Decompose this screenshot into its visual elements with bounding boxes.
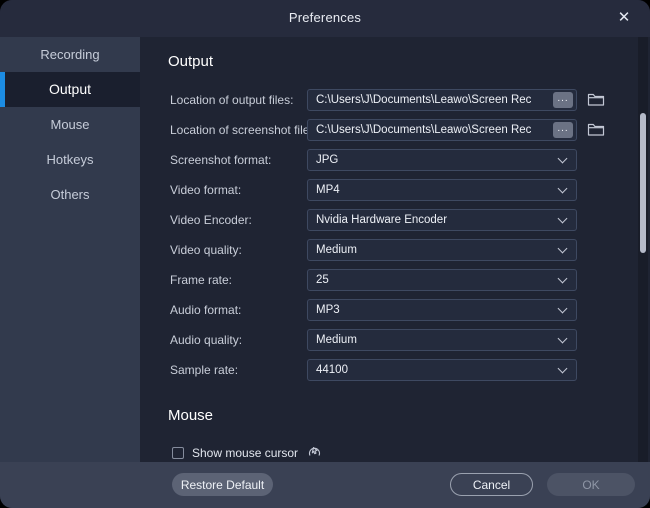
audio-quality-select[interactable]: Medium (307, 329, 577, 351)
chevron-down-icon (557, 273, 568, 284)
content-panel: Output Location of output files: C:\User… (140, 37, 650, 462)
preferences-dialog: Preferences ✕ Recording Output Mouse Hot… (0, 0, 650, 508)
section-title-mouse: Mouse (168, 407, 214, 424)
ok-button[interactable]: OK (547, 473, 635, 496)
field-label: Video quality: (170, 243, 242, 257)
footer-bar: Restore Default Cancel OK (0, 462, 650, 508)
output-form: Location of output files: C:\Users\J\Doc… (140, 89, 650, 389)
field-label: Location of output files: (170, 93, 294, 107)
scrollbar[interactable] (638, 37, 648, 462)
video-encoder-select[interactable]: Nvidia Hardware Encoder (307, 209, 577, 231)
form-row-screenshot-location: Location of screenshot files: C:\Users\J… (140, 119, 650, 141)
close-icon[interactable]: ✕ (614, 8, 634, 28)
select-value: MP4 (316, 184, 340, 196)
chevron-down-icon (557, 363, 568, 374)
sidebar-item-label: Recording (40, 47, 100, 62)
chevron-down-icon (557, 303, 568, 314)
path-value: C:\Users\J\Documents\Leawo\Screen Record… (316, 124, 531, 136)
sample-rate-select[interactable]: 44100 (307, 359, 577, 381)
form-row-audio-quality: Audio quality: Medium (140, 329, 650, 351)
sidebar-item-hotkeys[interactable]: Hotkeys (0, 142, 140, 177)
restore-default-button[interactable]: Restore Default (172, 473, 273, 496)
chevron-down-icon (557, 213, 568, 224)
browse-button[interactable]: ... (553, 92, 573, 108)
select-value: Nvidia Hardware Encoder (316, 214, 448, 226)
form-row-frame-rate: Frame rate: 25 (140, 269, 650, 291)
screenshot-location-field[interactable]: C:\Users\J\Documents\Leawo\Screen Record… (307, 119, 577, 141)
field-label: Frame rate: (170, 273, 233, 287)
sidebar-item-label: Hotkeys (46, 152, 94, 167)
form-row-screenshot-format: Screenshot format: JPG (140, 149, 650, 171)
dialog-title: Preferences (288, 10, 362, 25)
sidebar-item-others[interactable]: Others (0, 177, 140, 212)
path-value: C:\Users\J\Documents\Leawo\Screen Record… (316, 94, 531, 106)
field-label: Audio format: (170, 303, 242, 317)
form-row-video-encoder: Video Encoder: Nvidia Hardware Encoder (140, 209, 650, 231)
form-row-output-location: Location of output files: C:\Users\J\Doc… (140, 89, 650, 111)
cursor-icon (308, 444, 321, 462)
screenshot-format-select[interactable]: JPG (307, 149, 577, 171)
chevron-down-icon (557, 153, 568, 164)
select-value: 44100 (316, 364, 348, 376)
form-row-video-quality: Video quality: Medium (140, 239, 650, 261)
folder-icon[interactable] (587, 92, 605, 112)
sidebar-item-label: Output (48, 81, 92, 97)
field-label: Location of screenshot files: (170, 123, 319, 137)
video-format-select[interactable]: MP4 (307, 179, 577, 201)
form-row-video-format: Video format: MP4 (140, 179, 650, 201)
section-title-output: Output (168, 53, 214, 70)
sidebar-item-label: Mouse (50, 117, 90, 132)
title-bar: Preferences ✕ (0, 0, 650, 37)
output-location-field[interactable]: C:\Users\J\Documents\Leawo\Screen Record… (307, 89, 577, 111)
sidebar-item-mouse[interactable]: Mouse (0, 107, 140, 142)
video-quality-select[interactable]: Medium (307, 239, 577, 261)
chevron-down-icon (557, 243, 568, 254)
form-row-sample-rate: Sample rate: 44100 (140, 359, 650, 381)
field-label: Video format: (170, 183, 242, 197)
sidebar-item-output[interactable]: Output (0, 72, 140, 107)
select-value: 25 (316, 274, 329, 286)
select-value: MP3 (316, 304, 340, 316)
checkbox-label: Show mouse cursor (192, 446, 299, 460)
cancel-button[interactable]: Cancel (450, 473, 533, 496)
sidebar-item-label: Others (50, 187, 90, 202)
audio-format-select[interactable]: MP3 (307, 299, 577, 321)
form-row-audio-format: Audio format: MP3 (140, 299, 650, 321)
browse-button[interactable]: ... (553, 122, 573, 138)
sidebar: Recording Output Mouse Hotkeys Others (0, 37, 140, 462)
field-label: Screenshot format: (170, 153, 272, 167)
field-label: Audio quality: (170, 333, 243, 347)
chevron-down-icon (557, 333, 568, 344)
show-mouse-cursor-checkbox[interactable] (172, 447, 184, 459)
frame-rate-select[interactable]: 25 (307, 269, 577, 291)
select-value: Medium (316, 334, 357, 346)
select-value: JPG (316, 154, 339, 166)
show-mouse-cursor-row: Show mouse cursor (172, 442, 321, 462)
chevron-down-icon (557, 183, 568, 194)
folder-icon[interactable] (587, 122, 605, 142)
field-label: Sample rate: (170, 363, 239, 377)
select-value: Medium (316, 244, 357, 256)
sidebar-item-recording[interactable]: Recording (0, 37, 140, 72)
scrollbar-thumb[interactable] (640, 113, 646, 253)
field-label: Video Encoder: (170, 213, 252, 227)
